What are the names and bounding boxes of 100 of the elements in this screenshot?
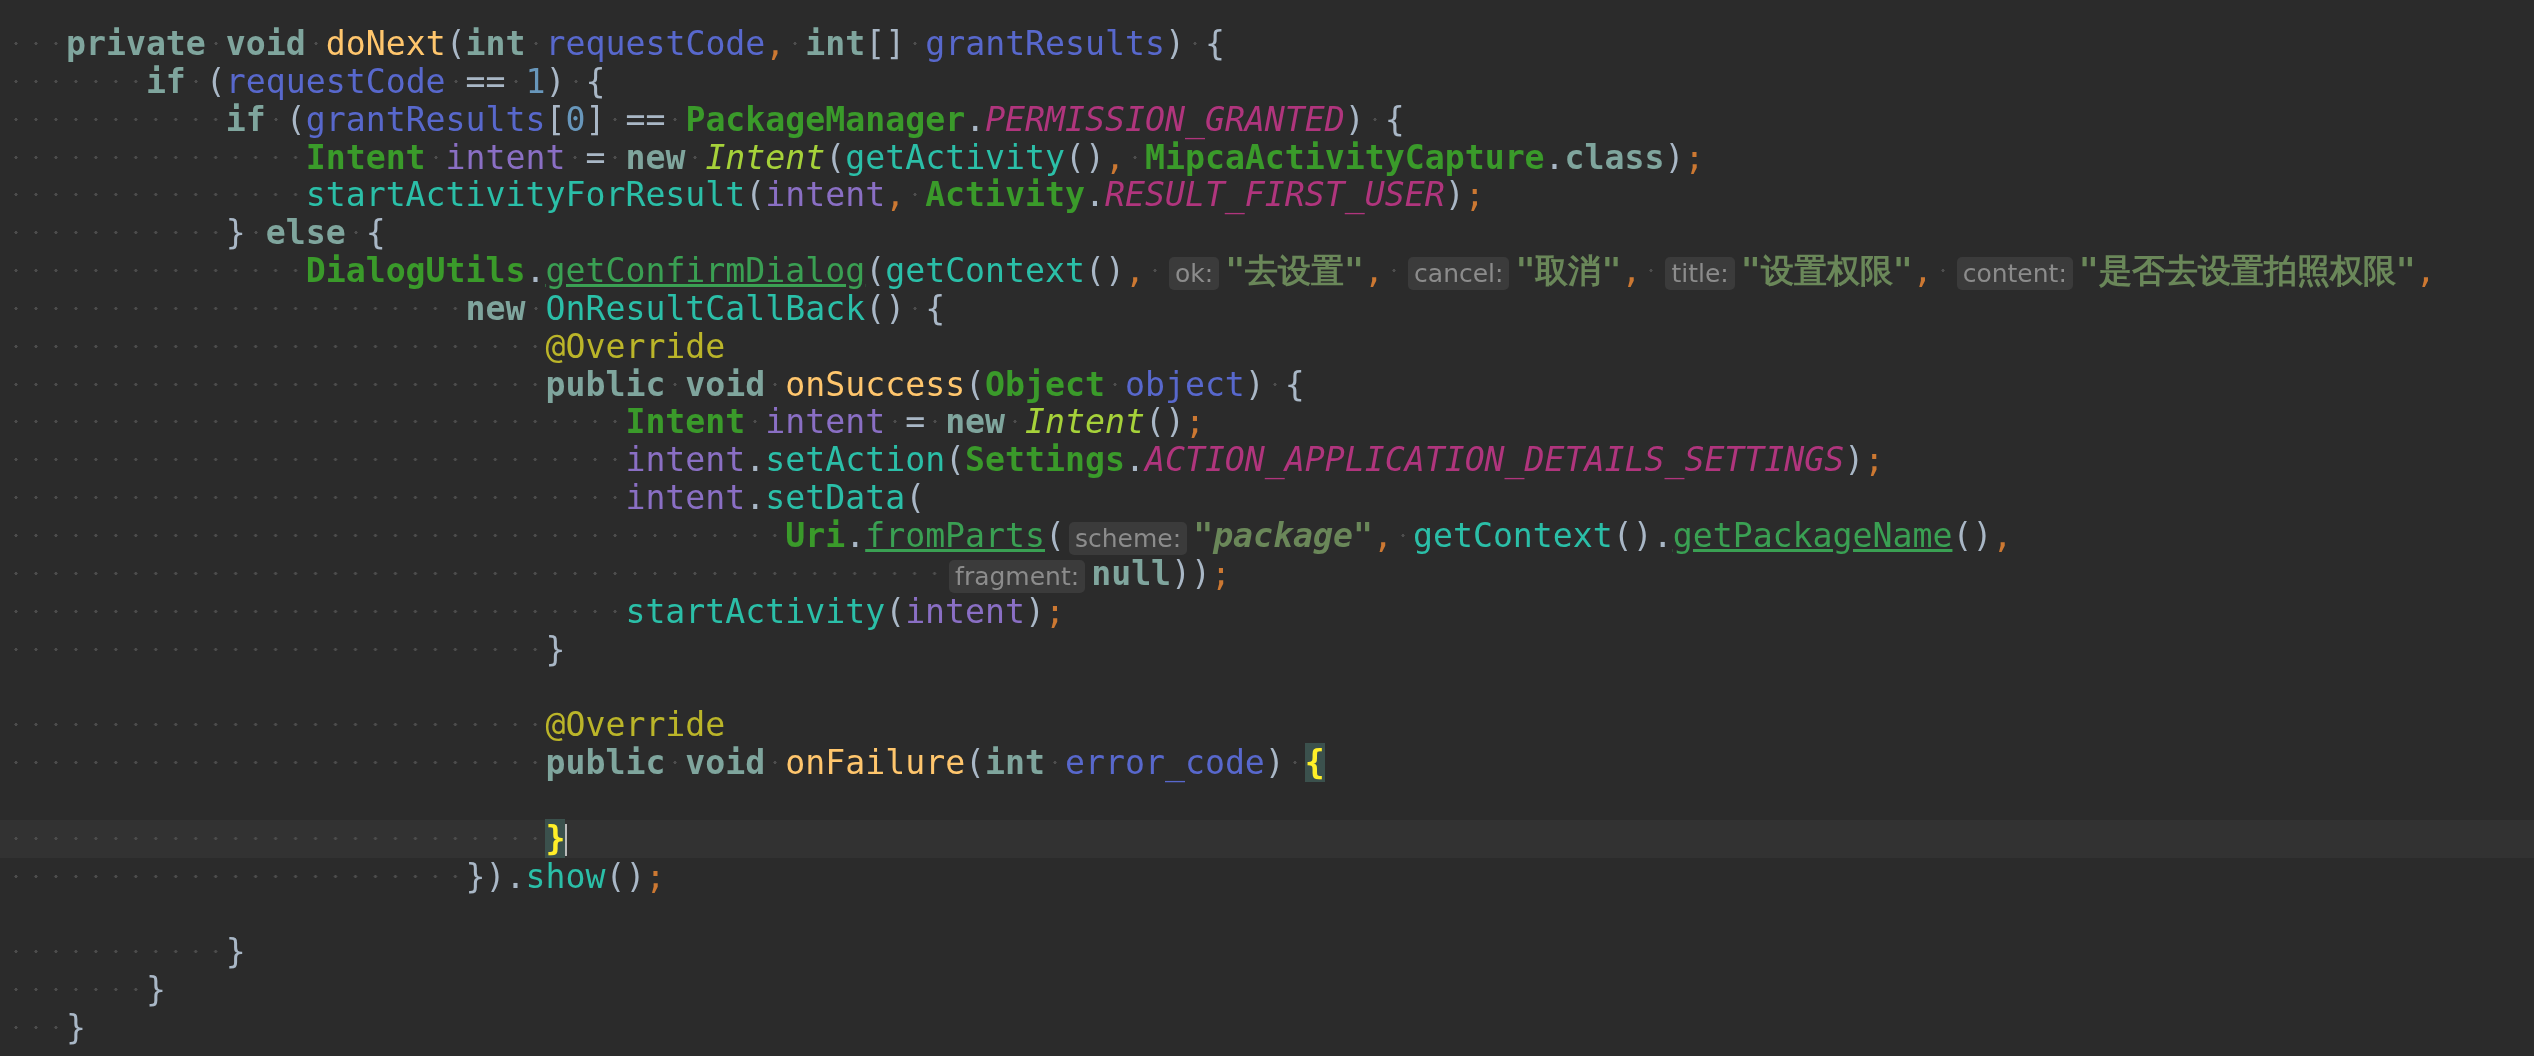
class-name: Intent [305,137,426,177]
variable-name: intent [625,440,746,480]
keyword: public [545,743,666,783]
punctuation: ( [205,61,226,101]
punctuation: . [1544,137,1565,177]
punctuation: } [65,1007,86,1047]
parameter-name: requestCode [545,24,766,63]
parameter-name: object [1124,364,1245,404]
method-call: setAction [765,440,946,480]
static-method-call: getPackageName [1672,515,1953,555]
punctuation: . [845,515,866,555]
constructor-call: Intent [1025,402,1145,442]
matched-brace: } [545,818,566,858]
punctuation: { [1384,99,1405,139]
string-literal: "取消" [1515,251,1622,291]
parameter-hint: cancel: [1408,257,1510,291]
parameter-name: grantResults [925,24,1165,63]
punctuation: ( [965,743,986,783]
keyword: class [1564,137,1665,177]
keyword: if [225,99,266,139]
static-method-call: getConfirmDialog [545,251,866,291]
punctuation: } [225,213,246,253]
class-name: Uri [785,515,846,555]
punctuation: ( [1045,515,1065,555]
keyword: int [465,24,526,63]
method-name: doNext [325,24,446,63]
separator: , [885,175,906,215]
keyword: new [625,137,686,177]
variable-name: intent [905,591,1026,631]
separator: ; [1464,175,1485,215]
punctuation: () [1085,251,1125,291]
separator: , [1364,251,1385,291]
constant-name: RESULT_FIRST_USER [1105,175,1445,215]
punctuation: }). [465,856,526,896]
class-name: MipcaActivityCapture [1145,137,1545,177]
parameter-name: error_code [1065,743,1265,783]
parameter-hint: content: [1956,257,2073,291]
parameter-name: grantResults [305,99,546,139]
parameter-hint: title: [1665,257,1735,291]
class-name: Object [985,364,1105,404]
method-call: startActivity [625,591,886,631]
text-cursor [565,824,568,857]
punctuation: ) [545,61,566,101]
parameter-hint: fragment: [949,559,1086,593]
method-name: onFailure [785,743,966,783]
string-literal: "是否去设置拍照权限" [2078,251,2416,291]
string-literal: "设置权限" [1740,251,1913,291]
variable-name: intent [625,478,746,518]
parameter-hint: ok: [1168,257,1220,291]
separator: ; [1684,137,1705,177]
method-call: show [525,856,606,896]
keyword: new [945,402,1006,442]
punctuation: == [625,99,666,139]
punctuation: . [745,440,766,480]
punctuation: [ [545,99,566,139]
separator: , [1105,137,1125,177]
keyword: void [225,24,306,63]
keyword: private [65,24,206,63]
punctuation: ) [1025,591,1045,631]
separator: , [2415,251,2436,291]
separator: ; [1045,591,1065,631]
separator: , [1992,515,2013,555]
punctuation: ( [885,591,906,631]
punctuation: { [585,61,606,101]
class-name: PackageManager [685,99,966,139]
code-editor[interactable] [0,0,2534,1056]
method-call: getContext [885,251,1085,291]
keyword: else [265,213,346,253]
keyword: null [1091,553,1172,593]
class-name: Activity [925,175,1085,215]
punctuation: = [585,137,606,177]
string-literal: "package" [1193,515,1373,555]
punctuation: ( [825,137,846,177]
punctuation: . [1085,175,1105,215]
punctuation: ) [1244,364,1265,404]
number-literal: 0 [565,99,586,139]
punctuation: { [1204,24,1225,63]
class-name: DialogUtils [305,251,526,291]
punctuation: () [605,856,646,896]
punctuation: { [365,213,386,253]
parameter-hint: scheme: [1069,521,1188,555]
separator: , [765,24,786,63]
punctuation: } [545,629,566,669]
separator: ; [1864,440,1885,480]
punctuation: == [465,61,506,101]
punctuation: ( [945,440,966,480]
class-name: Settings [965,440,1125,480]
punctuation: ( [905,478,926,518]
punctuation: = [905,402,926,442]
punctuation: ) [1344,99,1365,139]
punctuation: { [925,288,946,328]
string-literal: "去设置" [1225,251,1365,291]
punctuation: ( [445,24,466,63]
punctuation: ) [1844,440,1865,480]
punctuation: )) [1171,553,1212,593]
constant-name: PERMISSION_GRANTED [985,99,1345,139]
keyword: int [985,743,1046,783]
keyword: new [465,288,526,328]
keyword: void [685,743,766,783]
keyword: int [805,24,866,63]
